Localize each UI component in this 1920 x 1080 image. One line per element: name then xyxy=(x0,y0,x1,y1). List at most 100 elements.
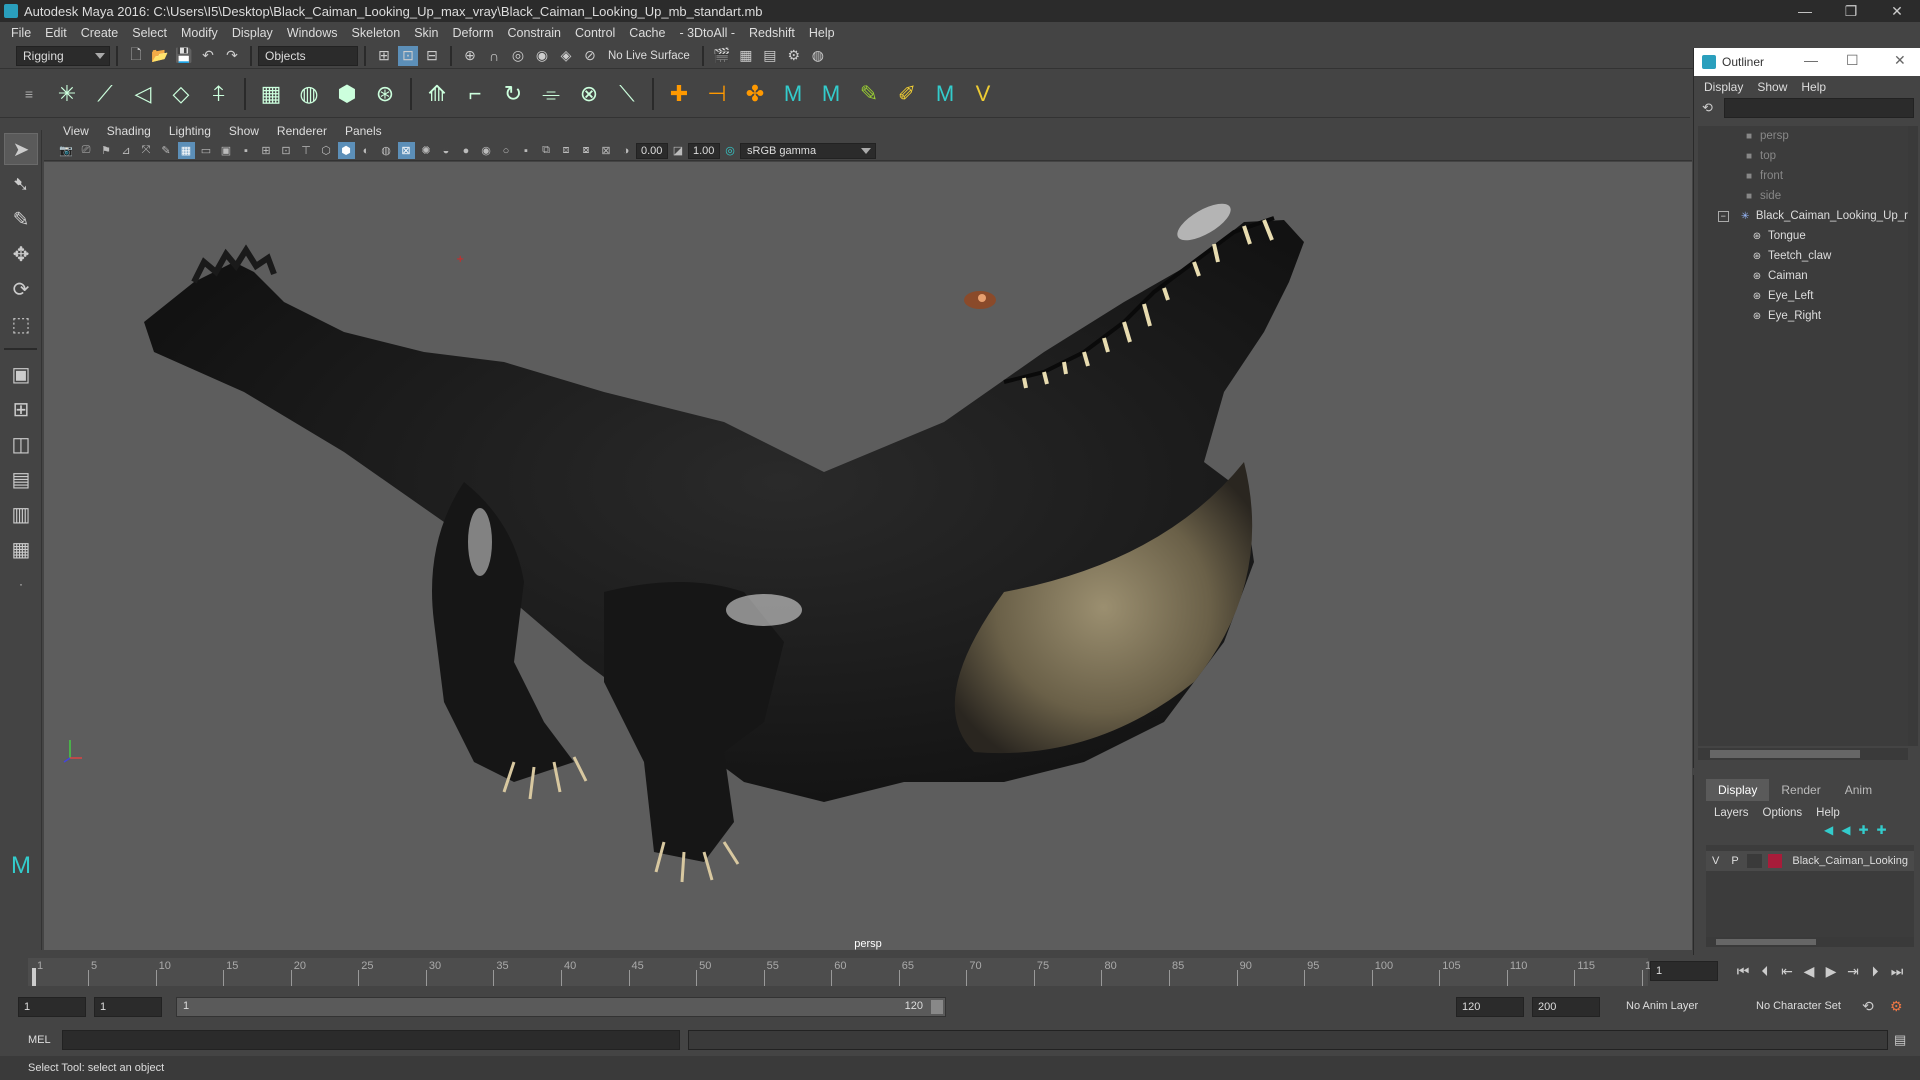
resolution-gate-icon[interactable]: ▣ xyxy=(218,142,235,159)
perspective-viewport[interactable]: + persp xyxy=(44,162,1692,950)
hypershade-layout-icon[interactable]: ▦ xyxy=(4,533,38,565)
menu-display[interactable]: Display xyxy=(232,26,273,40)
field-chart-icon[interactable]: ⊞ xyxy=(258,142,275,159)
menu-control[interactable]: Control xyxy=(575,26,615,40)
character-set-dropdown[interactable]: No Character Set xyxy=(1756,1000,1841,1012)
outliner-minimize-button[interactable]: — xyxy=(1804,52,1818,68)
live-surface-label[interactable]: No Live Surface xyxy=(608,50,690,62)
camera-attributes-icon[interactable]: ⎚ xyxy=(78,142,95,159)
selection-mode-dropdown[interactable]: Objects xyxy=(258,45,358,66)
mash-network-icon[interactable]: M xyxy=(813,76,849,112)
viewport-menu-lighting[interactable]: Lighting xyxy=(169,124,211,138)
mash-icon[interactable]: M xyxy=(775,76,811,112)
close-button[interactable]: ✕ xyxy=(1874,0,1920,22)
persp-outliner-layout-icon[interactable]: ▤ xyxy=(4,463,38,495)
gate-mask-icon[interactable]: ▪ xyxy=(238,142,255,159)
playback-end-field[interactable]: 120 xyxy=(1456,997,1524,1017)
mirror-weights-icon[interactable]: ⊗ xyxy=(571,76,607,112)
side-by-side-layout-icon[interactable]: ◫ xyxy=(4,428,38,460)
outliner-item-side[interactable]: ■ side xyxy=(1698,186,1908,206)
tab-render[interactable]: Render xyxy=(1769,779,1832,801)
humanik-icon[interactable]: ⍏ xyxy=(201,76,237,112)
shadows-icon[interactable]: ◒ xyxy=(438,142,455,159)
outliner-maximize-button[interactable]: ☐ xyxy=(1846,52,1859,69)
snap-grid-icon[interactable]: ⊕ xyxy=(460,46,480,66)
grid-icon[interactable]: ▦ xyxy=(177,142,195,159)
menu-constrain[interactable]: Constrain xyxy=(508,26,562,40)
menu-deform[interactable]: Deform xyxy=(453,26,494,40)
move-layer-up-icon[interactable]: ◀ xyxy=(1824,823,1833,837)
playback-start-field[interactable]: 1 xyxy=(94,997,162,1017)
filter-icon[interactable]: ⟲ xyxy=(1702,100,1713,116)
outliner-item-persp[interactable]: ■ persp xyxy=(1698,126,1908,146)
vray-icon[interactable]: V xyxy=(965,76,1001,112)
outliner-menu-help[interactable]: Help xyxy=(1801,80,1826,94)
menu-3dtoall[interactable]: - 3DtoAll - xyxy=(679,26,735,40)
ik-spline-icon[interactable]: ◁ xyxy=(125,76,161,112)
insert-joint-icon[interactable]: ◇ xyxy=(163,76,199,112)
depth-of-field-icon[interactable]: ▪ xyxy=(518,142,535,159)
menu-redshift[interactable]: Redshift xyxy=(749,26,795,40)
orient-constraint-icon[interactable]: ✤ xyxy=(737,76,773,112)
outliner-menu-display[interactable]: Display xyxy=(1704,80,1743,94)
open-scene-icon[interactable]: 📂 xyxy=(150,46,170,66)
layer-color-swatch[interactable] xyxy=(1767,854,1783,868)
lattice-icon[interactable]: ▦ xyxy=(253,76,289,112)
bind-skin-icon[interactable]: ⟰ xyxy=(419,76,455,112)
wireframe-icon[interactable]: ⬡ xyxy=(318,142,335,159)
four-view-layout-icon[interactable]: ⊞ xyxy=(4,393,38,425)
go-to-start-icon[interactable]: ⏮ xyxy=(1732,961,1754,981)
render-frame-icon[interactable]: ▦ xyxy=(736,46,756,66)
new-scene-icon[interactable]: 🗋 xyxy=(126,46,146,66)
point-constraint-icon[interactable]: ✚ xyxy=(661,76,697,112)
outliner-item-top[interactable]: ■ top xyxy=(1698,146,1908,166)
copy-weights-icon[interactable]: ⌯ xyxy=(533,76,569,112)
layer-horizontal-scrollbar[interactable] xyxy=(1706,937,1914,947)
xray-components-icon[interactable]: ⊠ xyxy=(598,142,615,159)
gamma-field[interactable]: 1.00 xyxy=(688,142,720,159)
auto-key-icon[interactable]: ⟲ xyxy=(1862,998,1874,1015)
motion-blur-icon[interactable]: ◉ xyxy=(478,142,495,159)
step-forward-frame-icon[interactable]: ⏵ xyxy=(1864,961,1886,981)
current-time-indicator[interactable] xyxy=(32,968,36,986)
outliner-vertical-scrollbar[interactable] xyxy=(1908,126,1918,746)
shelf-options-icon[interactable]: ≡ xyxy=(11,76,47,112)
outliner-search-input[interactable] xyxy=(1724,98,1914,118)
collapse-icon[interactable]: − xyxy=(1718,210,1729,222)
textured-icon[interactable]: ⊠ xyxy=(397,142,415,159)
snap-view-icon[interactable]: ◉ xyxy=(532,46,552,66)
select-hierarchy-icon[interactable]: ⊞ xyxy=(374,46,394,66)
select-object-icon[interactable]: ⊡ xyxy=(398,45,418,66)
wrap-icon[interactable]: ⬢ xyxy=(329,76,365,112)
play-backwards-icon[interactable]: ◀ xyxy=(1798,961,1820,981)
outliner-item-eye-left[interactable]: ⊛ Eye_Left xyxy=(1698,286,1908,306)
move-tool-icon[interactable]: ✥ xyxy=(4,238,38,270)
exposure-field[interactable]: 0.00 xyxy=(636,142,668,159)
move-layer-down-icon[interactable]: ◀ xyxy=(1841,823,1850,837)
current-frame-field[interactable]: 1 xyxy=(1650,961,1718,981)
new-layer-from-selected-icon[interactable]: ✚ xyxy=(1877,823,1887,837)
paint-weights-icon[interactable]: ⌐ xyxy=(457,76,493,112)
menu-select[interactable]: Select xyxy=(132,26,167,40)
use-default-material-icon[interactable]: ◐ xyxy=(358,142,375,159)
snap-point-icon[interactable]: ◎ xyxy=(508,46,528,66)
menuset-dropdown[interactable]: Rigging xyxy=(16,45,110,66)
layout-more-icon[interactable]: · xyxy=(4,568,38,600)
step-back-frame-icon[interactable]: ⏴ xyxy=(1754,961,1776,981)
lasso-tool-icon[interactable]: ➷ xyxy=(4,168,38,200)
select-tool-icon[interactable]: ➤ xyxy=(4,133,38,165)
go-to-end-icon[interactable]: ⏭ xyxy=(1886,961,1908,981)
layer-display-type[interactable] xyxy=(1746,854,1762,868)
animation-start-field[interactable]: 1 xyxy=(18,997,86,1017)
redo-icon[interactable]: ↷ xyxy=(222,46,242,66)
animation-end-field[interactable]: 200 xyxy=(1532,997,1600,1017)
outliner-item-caiman[interactable]: ⊛ Caiman xyxy=(1698,266,1908,286)
ik-handle-icon[interactable]: ⟋ xyxy=(87,76,123,112)
blendshape-icon[interactable]: ⊛ xyxy=(367,76,403,112)
menu-cache[interactable]: Cache xyxy=(629,26,665,40)
ambient-occlusion-icon[interactable]: ● xyxy=(458,142,475,159)
lights-icon[interactable]: ✺ xyxy=(418,142,435,159)
viewport-menu-shading[interactable]: Shading xyxy=(107,124,151,138)
outliner-close-button[interactable]: ✕ xyxy=(1894,52,1906,69)
time-slider[interactable]: 1 5 10 15 20 25 30 35 40 45 50 55 60 65 70 75 80 85 90 95 10… xyxy=(0,952,1690,990)
